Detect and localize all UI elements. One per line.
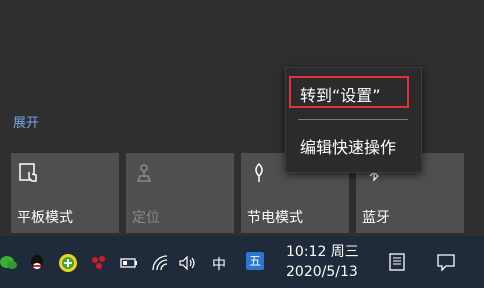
notes-icon[interactable]	[387, 252, 407, 272]
action-center-icon[interactable]	[436, 252, 456, 272]
clock-date: 2020/5/13	[286, 264, 358, 280]
tile-label: 蓝牙	[362, 210, 390, 226]
360-security-icon[interactable]	[58, 253, 78, 273]
taskbar: 中 五 10:12 周三 2020/5/13	[0, 236, 484, 288]
ime-language-indicator[interactable]: 中	[212, 254, 226, 274]
clock[interactable]: 10:12 周三 2020/5/13	[286, 242, 359, 282]
location-icon	[136, 164, 152, 182]
qq-icon[interactable]	[28, 254, 46, 272]
ime-mode-indicator[interactable]: 五	[246, 252, 264, 270]
volume-icon[interactable]	[178, 254, 196, 272]
wifi-icon[interactable]	[151, 254, 169, 272]
tile-label: 定位	[132, 210, 160, 226]
battery-saver-icon	[255, 162, 263, 182]
tile-label: 节电模式	[247, 210, 303, 226]
battery-icon[interactable]	[120, 254, 138, 272]
tile-label: 平板模式	[17, 210, 73, 226]
menu-item-go-to-settings[interactable]: 转到“设置”	[300, 82, 381, 106]
tablet-mode-icon	[19, 163, 37, 182]
app-red-icon[interactable]	[90, 254, 108, 272]
menu-divider	[298, 119, 408, 120]
clock-time: 10:12 周三	[286, 244, 359, 260]
tile-tablet-mode[interactable]: 平板模式	[11, 153, 119, 233]
menu-item-edit-quick-actions[interactable]: 编辑快速操作	[300, 134, 396, 158]
tile-location[interactable]: 定位	[126, 153, 234, 233]
context-menu: 转到“设置” 编辑快速操作	[285, 67, 422, 173]
expand-link[interactable]: 展开	[13, 112, 39, 131]
wechat-icon[interactable]	[0, 254, 18, 272]
